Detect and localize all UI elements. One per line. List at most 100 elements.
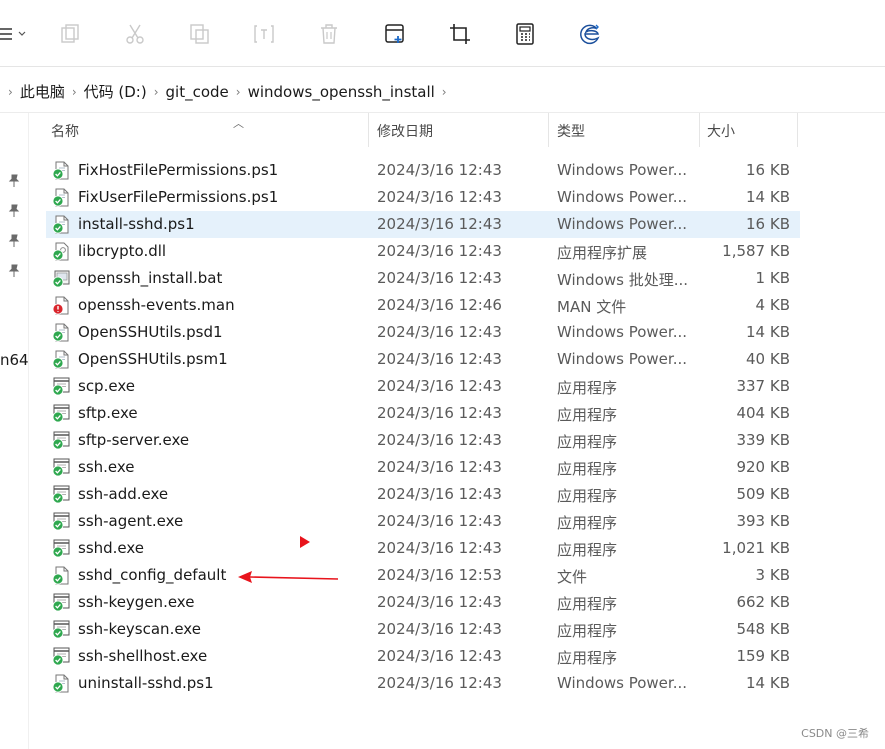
file-name[interactable]: sshd_config_default <box>78 566 226 584</box>
file-row[interactable]: OpenSSHUtils.psd1 2024/3/16 12:43 Windows … <box>46 319 800 346</box>
file-name[interactable]: uninstall-sshd.ps1 <box>78 674 214 692</box>
file-date: 2024/3/16 12:43 <box>377 539 502 557</box>
column-header-date[interactable]: 修改日期 <box>369 113 549 147</box>
exe-file-icon <box>52 431 70 450</box>
file-type: 应用程序 <box>557 541 618 559</box>
calculator-icon[interactable] <box>511 20 539 48</box>
file-name[interactable]: OpenSSHUtils.psd1 <box>78 323 223 341</box>
chevron-right-icon[interactable]: › <box>72 85 77 99</box>
copy-icon[interactable] <box>186 20 214 48</box>
pin-icon[interactable] <box>6 173 22 189</box>
file-type: Windows Power... <box>557 188 688 206</box>
file-row[interactable]: libcrypto.dll 2024/3/16 12:43 应用程序扩展 1,587 … <box>46 238 800 265</box>
file-row[interactable]: sshd_config_default 2024/3/16 12:53 文件 3 KB <box>46 562 800 589</box>
file-row[interactable]: ssh.exe 2024/3/16 12:43 应用程序 920 KB <box>46 454 800 481</box>
file-row[interactable]: ssh-add.exe 2024/3/16 12:43 应用程序 509 KB <box>46 481 800 508</box>
file-name[interactable]: install-sshd.ps1 <box>78 215 195 233</box>
file-name[interactable]: libcrypto.dll <box>78 242 166 260</box>
file-size: 662 KB <box>736 593 790 611</box>
file-date: 2024/3/16 12:43 <box>377 404 502 422</box>
file-name[interactable]: ssh-keyscan.exe <box>78 620 201 638</box>
pin-icon[interactable] <box>6 233 22 249</box>
file-date: 2024/3/16 12:43 <box>377 323 502 341</box>
file-name[interactable]: FixUserFilePermissions.ps1 <box>78 188 278 206</box>
column-header-date-label: 修改日期 <box>377 124 433 140</box>
file-row[interactable]: ssh-keyscan.exe 2024/3/16 12:43 应用程序 548 KB <box>46 616 800 643</box>
file-type: Windows Power... <box>557 215 688 233</box>
script-file-icon <box>52 350 70 369</box>
file-size: 16 KB <box>746 215 790 233</box>
file-date: 2024/3/16 12:43 <box>377 161 502 179</box>
file-row[interactable]: sftp.exe 2024/3/16 12:43 应用程序 404 KB <box>46 400 800 427</box>
file-name[interactable]: FixHostFilePermissions.ps1 <box>78 161 278 179</box>
file-row[interactable]: openssh-events.man 2024/3/16 12:46 MAN 文件 4… <box>46 292 800 319</box>
file-name[interactable]: ssh-shellhost.exe <box>78 647 207 665</box>
new-window-icon[interactable] <box>381 20 409 48</box>
file-row[interactable]: ssh-shellhost.exe 2024/3/16 12:43 应用程序 159 … <box>46 643 800 670</box>
file-name[interactable]: ssh-keygen.exe <box>78 593 194 611</box>
file-date: 2024/3/16 12:43 <box>377 377 502 395</box>
chevron-right-icon[interactable]: › <box>154 85 159 99</box>
new-icon[interactable] <box>56 20 84 48</box>
file-row[interactable]: install-sshd.ps1 2024/3/16 12:43 Windows P… <box>46 211 800 238</box>
breadcrumb-item-current-folder[interactable]: windows_openssh_install <box>247 83 436 101</box>
nav-item-truncated-label[interactable]: n64 <box>0 351 29 369</box>
file-size: 404 KB <box>736 404 790 422</box>
annotation-arrow-icon <box>238 571 339 583</box>
cut-icon[interactable] <box>121 20 149 48</box>
file-row[interactable]: sftp-server.exe 2024/3/16 12:43 应用程序 339 KB <box>46 427 800 454</box>
file-row[interactable]: scp.exe 2024/3/16 12:43 应用程序 337 KB <box>46 373 800 400</box>
edge-icon[interactable] <box>576 20 604 48</box>
exe-file-icon <box>52 620 70 639</box>
column-header-name[interactable]: 名称 <box>28 113 369 147</box>
breadcrumb-item-drive[interactable]: 代码 (D:) <box>83 81 148 102</box>
file-name[interactable]: ssh.exe <box>78 458 135 476</box>
file-date: 2024/3/16 12:43 <box>377 620 502 638</box>
file-name[interactable]: sftp.exe <box>78 404 138 422</box>
file-type: Windows Power... <box>557 350 688 368</box>
delete-icon[interactable] <box>315 20 343 48</box>
file-row[interactable]: ssh-keygen.exe 2024/3/16 12:43 应用程序 662 KB <box>46 589 800 616</box>
file-name[interactable]: openssh-events.man <box>78 296 235 314</box>
file-name[interactable]: sshd.exe <box>78 539 144 557</box>
chevron-right-icon[interactable]: › <box>236 85 241 99</box>
script-file-icon <box>52 323 70 342</box>
chevron-right-icon[interactable]: › <box>442 85 447 99</box>
file-name[interactable]: OpenSSHUtils.psm1 <box>78 350 228 368</box>
view-menu-icon[interactable] <box>0 20 30 48</box>
file-size: 339 KB <box>736 431 790 449</box>
column-header-size-label: 大小 <box>707 124 735 140</box>
pin-icon[interactable] <box>6 263 22 279</box>
file-row[interactable]: OpenSSHUtils.psm1 2024/3/16 12:43 Windows … <box>46 346 800 373</box>
file-row[interactable]: FixHostFilePermissions.ps1 2024/3/16 12:4… <box>46 157 800 184</box>
navigation-pane: n64 <box>0 113 29 749</box>
file-row[interactable]: uninstall-sshd.ps1 2024/3/16 12:43 Windows… <box>46 670 800 697</box>
file-row[interactable]: sshd.exe 2024/3/16 12:43 应用程序 1,021 KB <box>46 535 800 562</box>
file-name[interactable]: ssh-agent.exe <box>78 512 183 530</box>
file-row[interactable]: openssh_install.bat 2024/3/16 12:43 Window… <box>46 265 800 292</box>
crop-icon[interactable] <box>446 20 474 48</box>
file-name[interactable]: sftp-server.exe <box>78 431 189 449</box>
file-size: 548 KB <box>736 620 790 638</box>
file-type: MAN 文件 <box>557 298 627 316</box>
column-header-size[interactable]: 大小 <box>700 113 798 147</box>
chevron-right-icon[interactable]: › <box>8 85 13 99</box>
pin-icon[interactable] <box>6 203 22 219</box>
rename-icon[interactable] <box>250 20 278 48</box>
address-bar[interactable]: › 此电脑 › 代码 (D:) › git_code › windows_ope… <box>0 67 885 113</box>
file-size: 1,587 KB <box>722 242 790 260</box>
file-type: Windows Power... <box>557 674 688 692</box>
file-date: 2024/3/16 12:43 <box>377 431 502 449</box>
file-row[interactable]: ssh-agent.exe 2024/3/16 12:43 应用程序 393 KB <box>46 508 800 535</box>
file-type: Windows 批处理... <box>557 271 689 289</box>
file-name[interactable]: openssh_install.bat <box>78 269 222 287</box>
file-name[interactable]: ssh-add.exe <box>78 485 168 503</box>
file-type: 应用程序 <box>557 406 618 424</box>
file-row[interactable]: FixUserFilePermissions.ps1 2024/3/16 12:4… <box>46 184 800 211</box>
file-date: 2024/3/16 12:43 <box>377 242 502 260</box>
breadcrumb-item-git-code[interactable]: git_code <box>165 83 230 101</box>
file-date: 2024/3/16 12:43 <box>377 458 502 476</box>
breadcrumb-item-this-pc[interactable]: 此电脑 <box>19 81 66 102</box>
column-header-type[interactable]: 类型 <box>549 113 700 147</box>
file-name[interactable]: scp.exe <box>78 377 135 395</box>
